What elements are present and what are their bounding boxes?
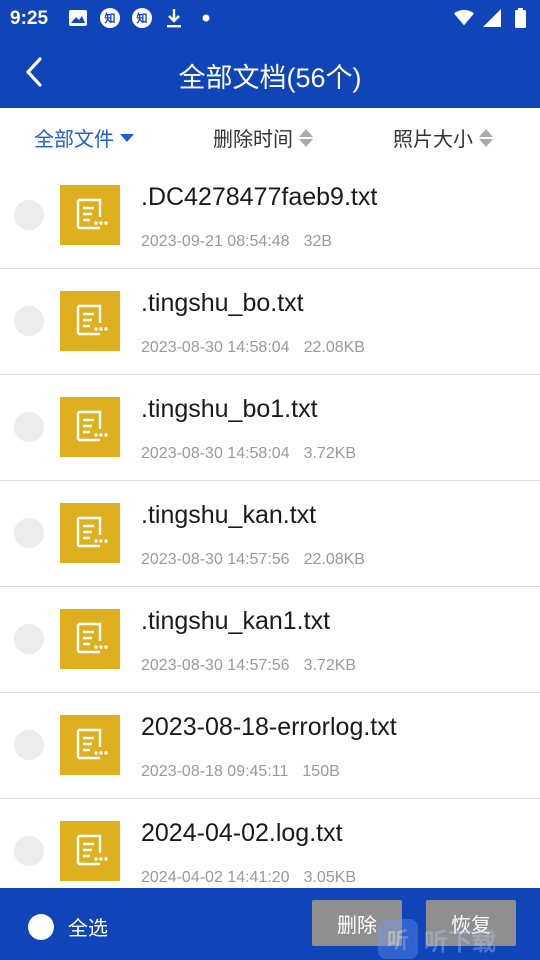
file-row[interactable]: 2023-08-18-errorlog.txt 2023-08-18 09:45… (0, 693, 540, 799)
file-name: 2023-08-18-errorlog.txt (141, 713, 397, 741)
file-list: .DC4278477faeb9.txt 2023-09-21 08:54:48 … (0, 163, 540, 888)
file-size: 3.72KB (303, 445, 357, 462)
app-bar: 全部文档(56个) (0, 36, 540, 108)
file-meta: 2023-08-30 14:57:56 3.72KB (141, 657, 356, 675)
file-name: .tingshu_kan1.txt (141, 607, 331, 635)
file-meta: 2023-09-21 08:54:48 32B (141, 233, 332, 251)
page-title: 全部文档(56个) (178, 63, 362, 93)
battery-icon (510, 8, 530, 28)
file-date: 2023-08-18 09:45:11 (141, 763, 289, 780)
dropdown-arrow-icon (120, 133, 134, 142)
download-icon (164, 8, 184, 28)
watermark-text: 听下载 (424, 928, 496, 956)
file-row[interactable]: .tingshu_bo.txt 2023-08-30 14:58:04 22.0… (0, 269, 540, 375)
file-meta: 2023-08-30 14:58:04 22.08KB (141, 339, 365, 357)
sort-delete-time-label: 删除时间 (213, 129, 293, 151)
file-size: 3.72KB (303, 657, 357, 674)
file-meta: 2024-04-02 14:41:20 3.05KB (141, 869, 356, 887)
document-icon (60, 609, 120, 669)
document-icon (60, 715, 120, 775)
sort-photo-size[interactable]: 照片大小 (393, 123, 493, 152)
file-name: .tingshu_kan.txt (141, 501, 317, 529)
document-icon (60, 291, 120, 351)
file-date: 2023-08-30 14:57:56 (141, 657, 290, 674)
file-date: 2023-08-30 14:58:04 (141, 339, 290, 356)
dot-icon (196, 8, 216, 28)
file-row[interactable]: .tingshu_kan1.txt 2023-08-30 14:57:56 3.… (0, 587, 540, 693)
file-row[interactable]: .tingshu_bo1.txt 2023-08-30 14:58:04 3.7… (0, 375, 540, 481)
row-select-radio[interactable] (14, 518, 44, 548)
file-size: 32B (303, 233, 333, 250)
document-icon (60, 503, 120, 563)
file-row[interactable]: 2024-04-02.log.txt 2024-04-02 14:41:20 3… (0, 799, 540, 888)
file-name: 2024-04-02.log.txt (141, 819, 343, 847)
file-date: 2023-09-21 08:54:48 (141, 233, 290, 250)
notification-icons: 知 知 (68, 8, 216, 28)
watermark-logo-icon: 听 (378, 919, 418, 959)
select-all-toggle[interactable]: 全选 (28, 912, 108, 941)
status-bar: 9:25 知 知 (0, 0, 540, 36)
zhihu-icon: 知 (100, 8, 120, 28)
sort-arrows-icon (299, 128, 313, 147)
row-select-radio[interactable] (14, 200, 44, 230)
document-icon (60, 821, 120, 881)
signal-icon (482, 8, 502, 28)
sort-arrows-icon (479, 128, 493, 147)
zhihu-icon: 知 (132, 8, 152, 28)
filter-all-files-label: 全部文件 (34, 129, 114, 151)
file-date: 2023-08-30 14:58:04 (141, 445, 290, 462)
filter-bar: 全部文件 删除时间 照片大小 (0, 108, 540, 164)
file-size: 3.05KB (303, 869, 357, 886)
file-date: 2023-08-30 14:57:56 (141, 551, 290, 568)
filter-all-files[interactable]: 全部文件 (34, 123, 134, 152)
file-size: 22.08KB (303, 551, 365, 568)
file-meta: 2023-08-18 09:45:11 150B (141, 763, 340, 781)
watermark: 听 听下载 (378, 918, 540, 960)
file-name: .DC4278477faeb9.txt (141, 183, 378, 211)
file-date: 2024-04-02 14:41:20 (141, 869, 290, 886)
file-row[interactable]: .DC4278477faeb9.txt 2023-09-21 08:54:48 … (0, 163, 540, 269)
wifi-icon (454, 8, 474, 28)
row-select-radio[interactable] (14, 836, 44, 866)
row-select-radio[interactable] (14, 412, 44, 442)
image-icon (68, 8, 88, 28)
system-icons (454, 8, 530, 28)
select-all-radio[interactable] (28, 913, 54, 940)
file-meta: 2023-08-30 14:58:04 3.72KB (141, 445, 356, 463)
file-size: 22.08KB (303, 339, 365, 356)
file-size: 150B (302, 763, 340, 780)
sort-photo-size-label: 照片大小 (393, 129, 473, 151)
file-name: .tingshu_bo1.txt (141, 395, 318, 423)
bottom-action-bar: 全选 删除 恢复 听 听下载 (0, 888, 540, 960)
row-select-radio[interactable] (14, 306, 44, 336)
document-icon (60, 397, 120, 457)
row-select-radio[interactable] (14, 730, 44, 760)
select-all-label: 全选 (68, 918, 108, 940)
file-row[interactable]: .tingshu_kan.txt 2023-08-30 14:57:56 22.… (0, 481, 540, 587)
document-icon (60, 185, 120, 245)
sort-delete-time[interactable]: 删除时间 (213, 123, 313, 152)
file-name: .tingshu_bo.txt (141, 289, 304, 317)
row-select-radio[interactable] (14, 624, 44, 654)
file-meta: 2023-08-30 14:57:56 22.08KB (141, 551, 365, 569)
status-time: 9:25 (10, 8, 49, 29)
